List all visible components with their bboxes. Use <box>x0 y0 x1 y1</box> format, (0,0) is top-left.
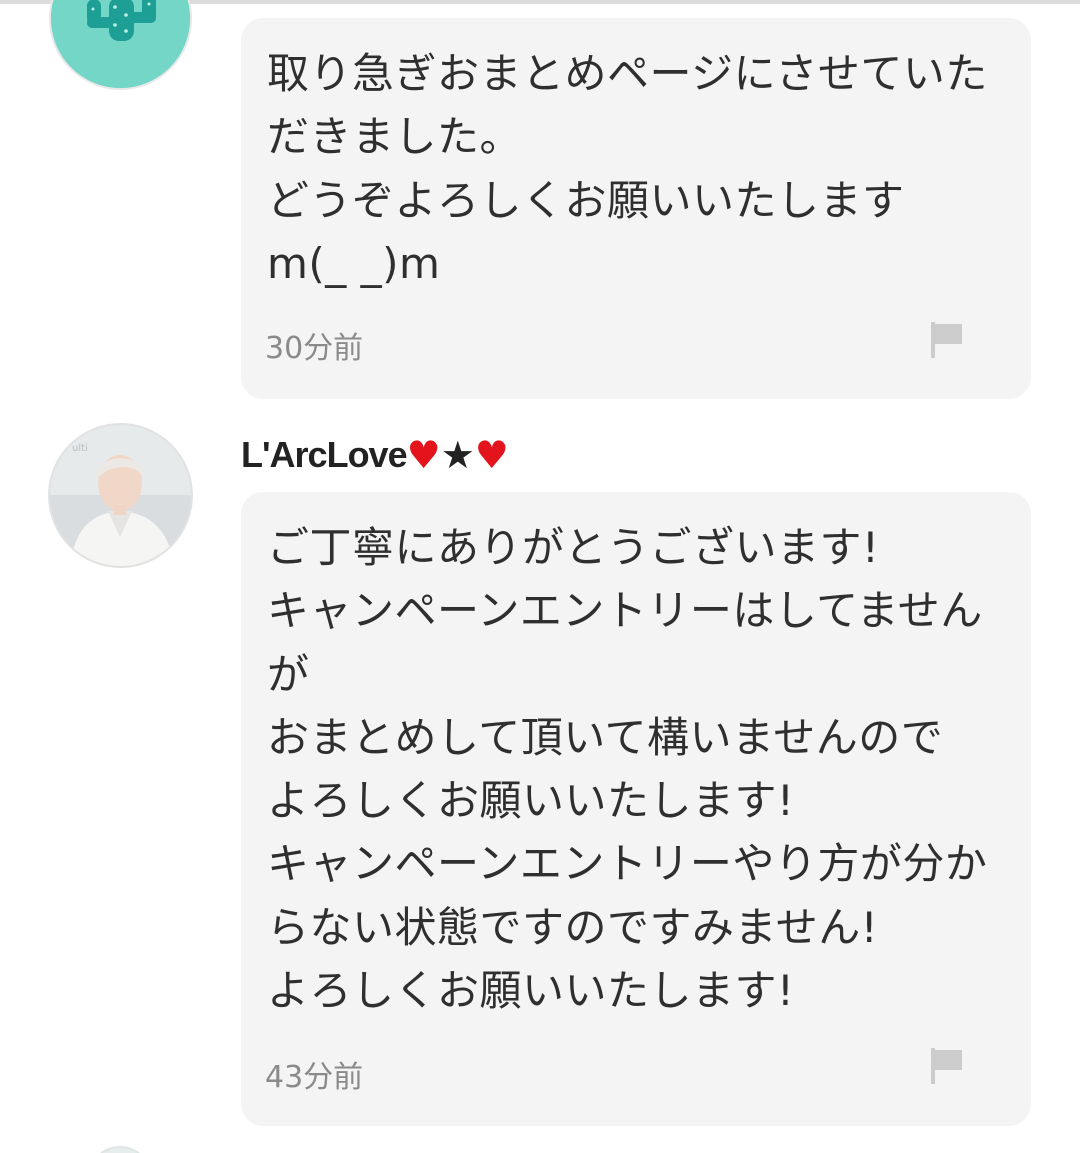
comment-author[interactable]: L'ArcLove ♥ ★ ♥ <box>241 430 509 480</box>
comment-bubble: ご丁寧にありがとうございます! キャンペーンエントリーはしてませんが おまとめし… <box>241 492 1031 1126</box>
username-text[interactable]: L'ArcLove <box>241 434 408 476</box>
flag-icon[interactable] <box>929 1046 965 1086</box>
comment-message: ご丁寧にありがとうございます! キャンペーンエントリーはしてませんが おまとめし… <box>267 523 988 1016</box>
cactus-avatar-icon[interactable] <box>49 0 192 90</box>
comment-bubble: 取り急ぎおまとめページにさせていただきました。 どうぞよろしくお願いいたします … <box>241 18 1031 399</box>
star-icon: ★ <box>440 433 475 477</box>
next-comment-avatar-icon[interactable] <box>88 1146 152 1153</box>
heart-icon: ♥ <box>406 433 441 477</box>
comment-thread: 取り急ぎおまとめページにさせていただきました。 どうぞよろしくお願いいたします … <box>0 0 1080 1153</box>
user-photo-avatar-icon[interactable]: ulti <box>48 423 193 568</box>
svg-text:ulti: ulti <box>72 443 88 454</box>
heart-icon: ♥ <box>474 433 509 477</box>
comment-timestamp: 30分前 <box>265 331 364 366</box>
comment-timestamp: 43分前 <box>265 1060 364 1095</box>
flag-icon[interactable] <box>929 320 965 360</box>
comment-message: 取り急ぎおまとめページにさせていただきました。 どうぞよろしくお願いいたします … <box>267 49 988 288</box>
